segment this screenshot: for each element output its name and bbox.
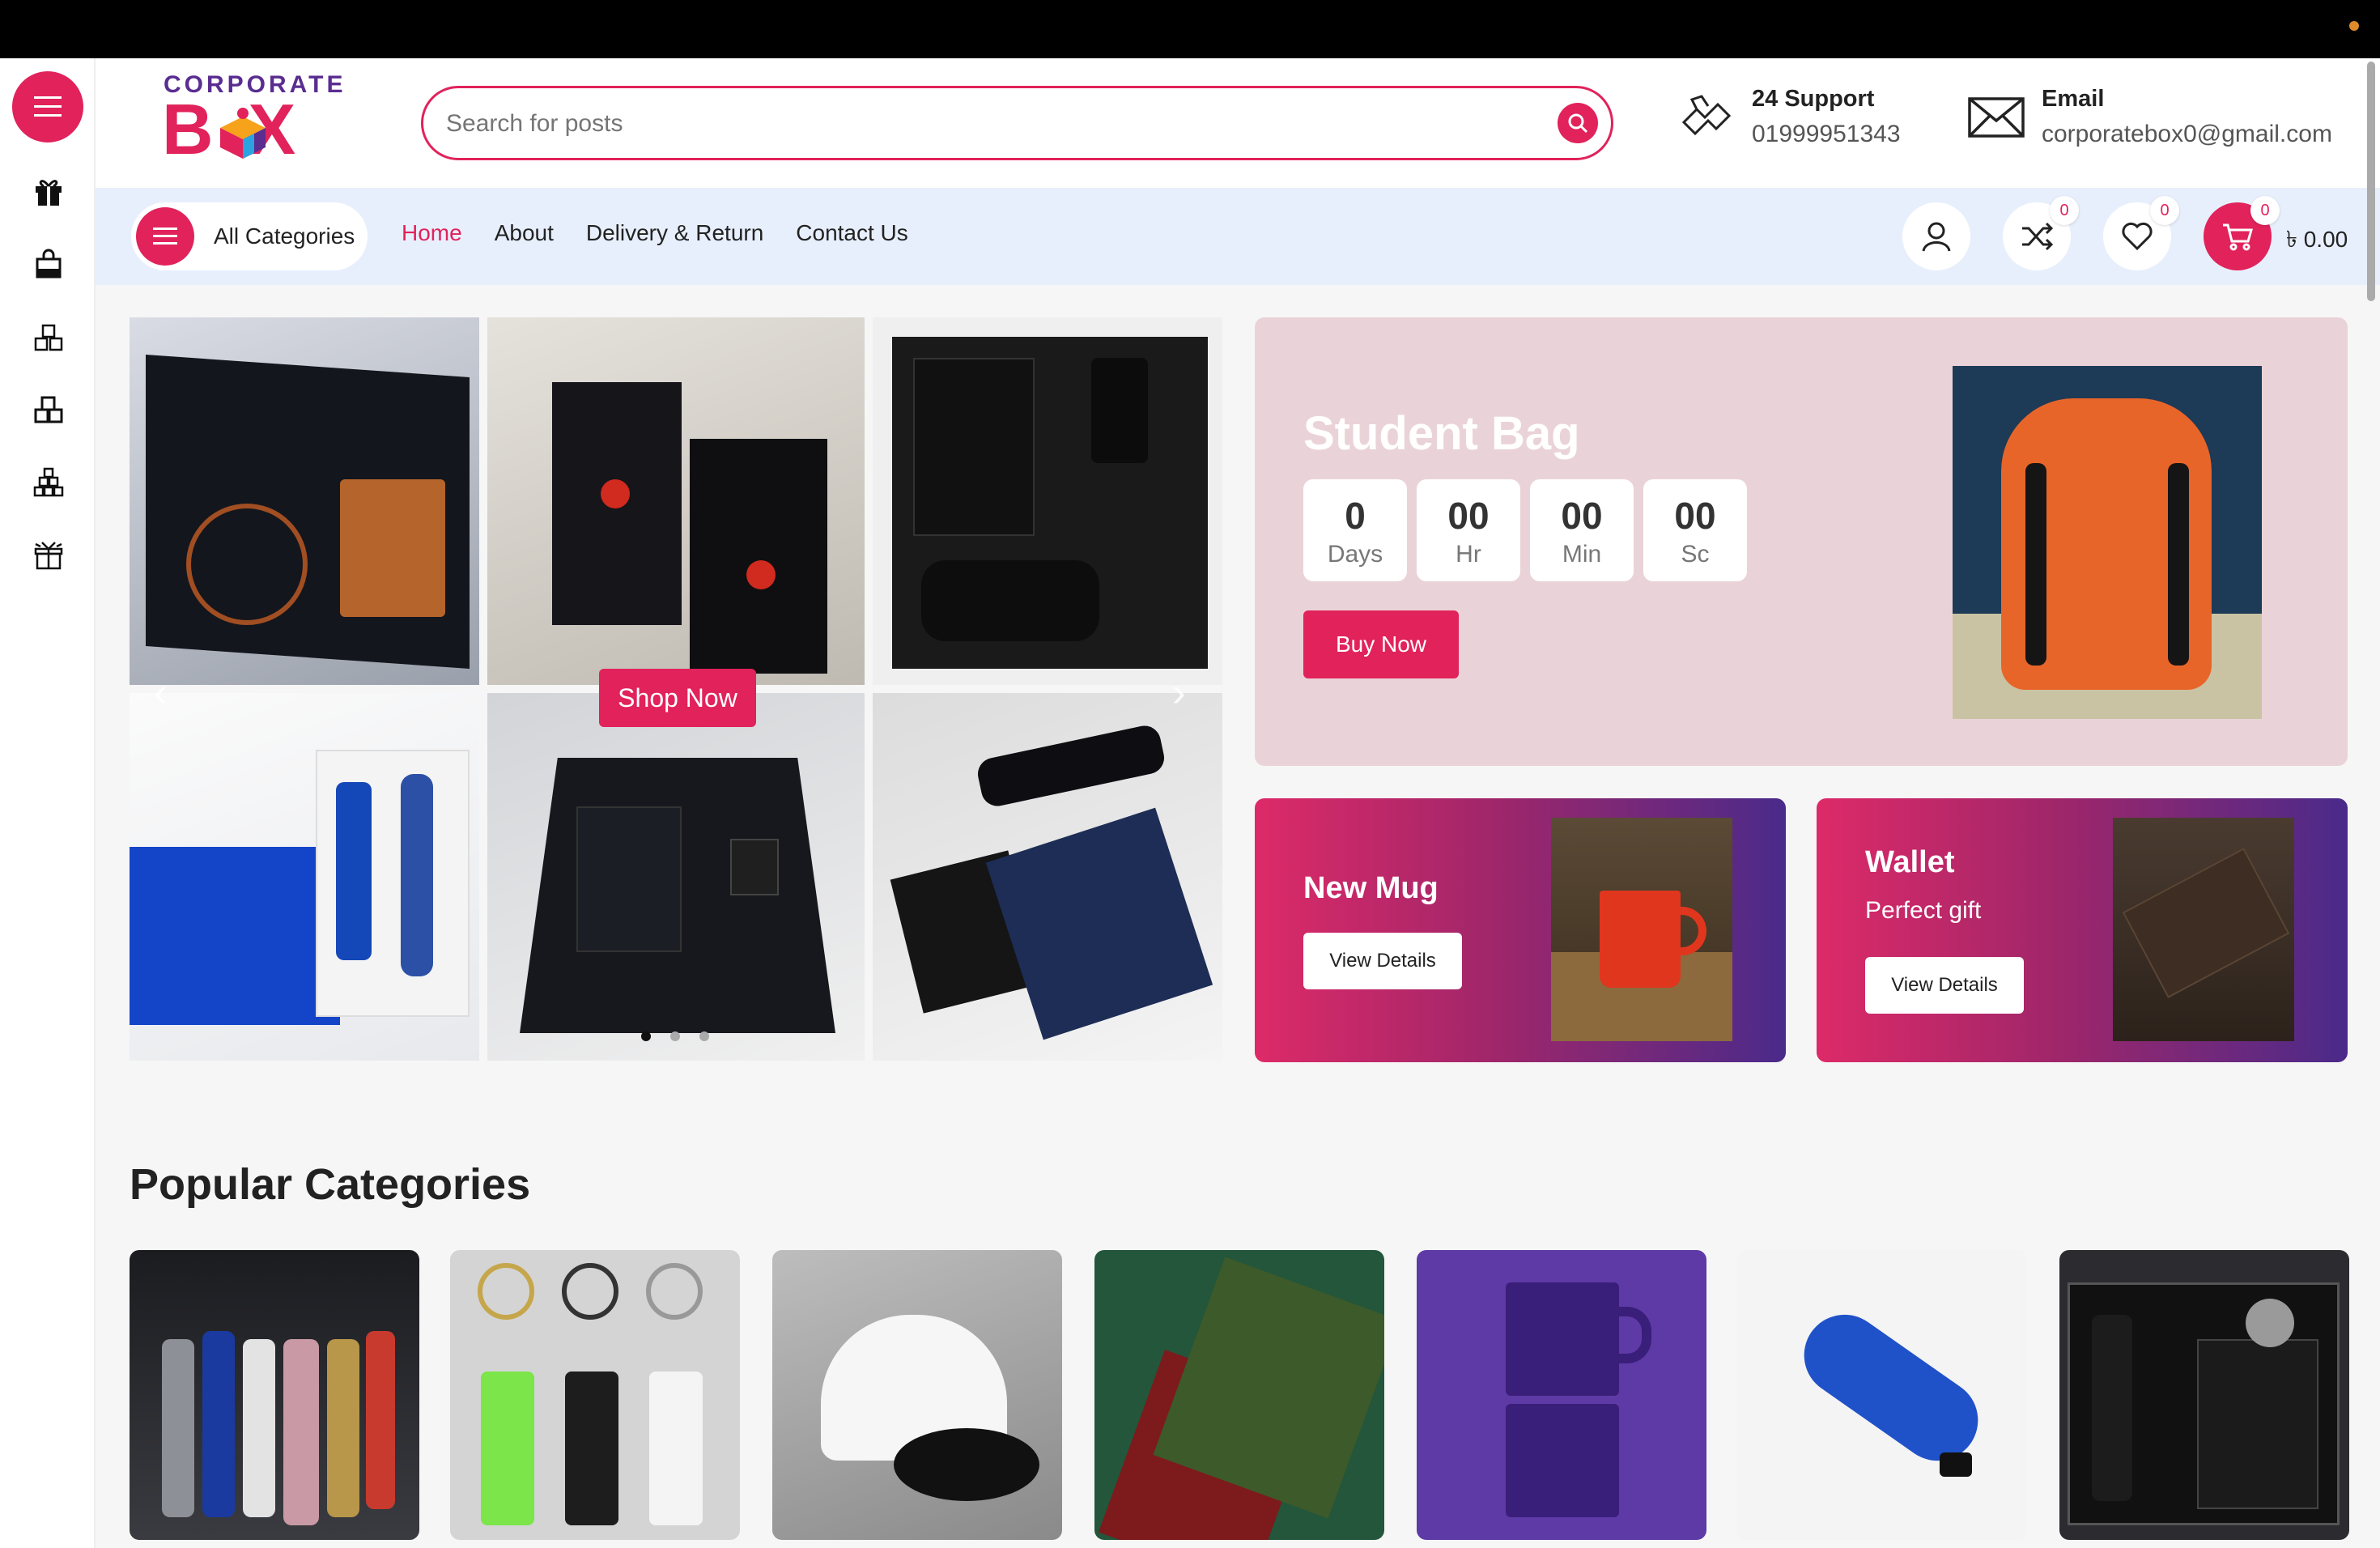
email-title: Email <box>2042 86 2105 112</box>
all-categories-label: All Categories <box>214 223 355 249</box>
buy-now-button[interactable]: Buy Now <box>1303 610 1459 678</box>
user-icon <box>1922 222 1951 252</box>
new-mug-view-details-button[interactable]: View Details <box>1303 933 1462 989</box>
heart-icon <box>2122 222 2153 251</box>
recording-indicator <box>2349 21 2359 31</box>
nav-delivery-return[interactable]: Delivery & Return <box>586 220 763 246</box>
support-phone[interactable]: 01999951343 <box>1752 121 1901 148</box>
wallet-card: Wallet Perfect gift View Details <box>1817 798 2348 1062</box>
countdown-seconds: 00 Sc <box>1643 479 1747 581</box>
stacked-boxes-icon[interactable] <box>29 317 68 356</box>
browser-top-bar <box>0 0 2380 58</box>
logo-cube-icon <box>220 108 266 159</box>
shopping-bag-icon[interactable] <box>29 245 68 283</box>
all-categories-button[interactable]: All Categories <box>131 202 368 270</box>
nav-about[interactable]: About <box>495 220 554 246</box>
search-button[interactable] <box>1558 103 1598 143</box>
new-mug-title: New Mug <box>1303 871 1439 905</box>
hamburger-icon <box>136 207 194 266</box>
support-info: 24 Support 01999951343 <box>1676 86 1901 148</box>
warehouse-boxes-icon[interactable] <box>29 463 68 502</box>
cart-count-badge: 0 <box>2250 196 2280 225</box>
wishlist-button[interactable]: 0 <box>2103 196 2179 270</box>
slide-image-leather-set <box>487 693 865 1061</box>
phone-icon <box>1676 87 1737 148</box>
hamburger-icon <box>34 96 62 117</box>
student-bag-promo: Student Bag 0 Days 00 Hr 00 Min 00 Sc Buy No… <box>1255 317 2348 766</box>
slide-image-notebook-set <box>873 317 1222 685</box>
account-button[interactable] <box>1902 202 1970 270</box>
cart-button[interactable]: 0 <box>2204 196 2280 270</box>
search-bar <box>421 86 1613 160</box>
slide-image-blue-notebook <box>873 693 1222 1061</box>
support-title: 24 Support <box>1752 86 1875 112</box>
left-sidebar <box>0 58 96 1548</box>
category-mugs[interactable] <box>1417 1250 1706 1540</box>
category-caps[interactable] <box>772 1250 1062 1540</box>
slider-dot-1[interactable] <box>641 1031 651 1041</box>
corporate-box-logo[interactable]: CORPORATE B X <box>159 71 342 168</box>
email-info: Email corporatebox0@gmail.com <box>1966 86 2332 148</box>
wallet-subtitle: Perfect gift <box>1865 897 1982 924</box>
gift-box-icon[interactable] <box>29 536 68 575</box>
slider-dots <box>641 1031 709 1041</box>
category-gift-sets[interactable] <box>2059 1250 2349 1540</box>
wishlist-count-badge: 0 <box>2150 196 2179 225</box>
student-bag-image <box>1953 366 2262 719</box>
boxes-icon[interactable] <box>29 390 68 429</box>
popular-categories-title: Popular Categories <box>130 1160 531 1209</box>
main-navigation: All Categories Home About Delivery & Ret… <box>96 188 2380 285</box>
slide-image-belt-wallet <box>130 317 479 685</box>
slide-image-blue-bottle <box>130 693 479 1061</box>
email-address[interactable]: corporatebox0@gmail.com <box>2042 121 2332 148</box>
wallet-image <box>2113 818 2294 1041</box>
category-keyrings[interactable] <box>450 1250 740 1540</box>
mug-image <box>1551 818 1732 1041</box>
shuffle-icon <box>2022 222 2053 251</box>
slider-next-arrow[interactable]: › <box>1172 669 1186 716</box>
gift-icon[interactable] <box>29 172 68 211</box>
category-notebooks[interactable] <box>1094 1250 1384 1540</box>
nav-contact-us[interactable]: Contact Us <box>796 220 908 246</box>
countdown-minutes: 00 Min <box>1530 479 1634 581</box>
slide-image-bottle-set <box>487 317 865 685</box>
slider-prev-arrow[interactable]: ‹ <box>154 669 168 716</box>
promo-title: Student Bag <box>1303 407 1580 460</box>
nav-menu: Home About Delivery & Return Contact Us <box>402 220 908 246</box>
category-tumblers[interactable] <box>130 1250 419 1540</box>
page-scrollbar[interactable] <box>2367 62 2375 301</box>
envelope-icon <box>1966 87 2027 148</box>
search-icon <box>1568 113 1588 134</box>
nav-home[interactable]: Home <box>402 220 462 246</box>
category-umbrellas[interactable] <box>1737 1250 2027 1540</box>
slider-dot-3[interactable] <box>699 1031 709 1041</box>
wallet-view-details-button[interactable]: View Details <box>1865 957 2024 1014</box>
countdown-days: 0 Days <box>1303 479 1407 581</box>
sidebar-menu-button[interactable] <box>12 71 83 142</box>
new-mug-card: New Mug View Details <box>1255 798 1786 1062</box>
countdown-hours: 00 Hr <box>1417 479 1520 581</box>
shop-now-button[interactable]: Shop Now <box>599 669 756 727</box>
slider-dot-2[interactable] <box>670 1031 680 1041</box>
wallet-title: Wallet <box>1865 845 1955 879</box>
cart-icon <box>2223 223 2253 251</box>
search-input[interactable] <box>446 103 1498 145</box>
compare-count-badge: 0 <box>2050 196 2079 225</box>
cart-total: ৳ 0.00 <box>2286 227 2348 252</box>
compare-button[interactable]: 0 <box>2003 196 2079 270</box>
